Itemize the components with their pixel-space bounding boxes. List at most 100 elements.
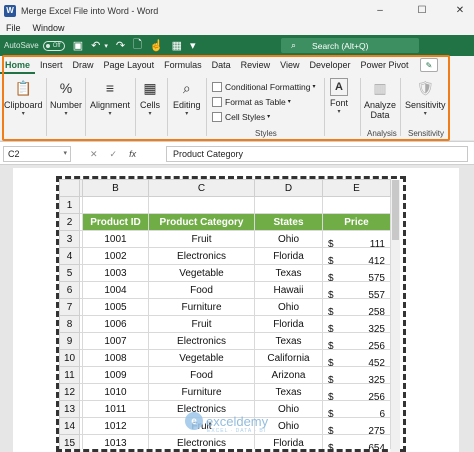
sensitivity-button[interactable]: 🛡 Sensitivity ▾ bbox=[405, 78, 446, 118]
name-box[interactable]: C2 ▾ bbox=[3, 146, 71, 162]
number-group[interactable]: % Number ▾ bbox=[50, 78, 82, 117]
tab-view[interactable]: View bbox=[275, 57, 304, 74]
row-header[interactable]: 13 bbox=[59, 400, 80, 418]
alignment-group[interactable]: ≡ Alignment ▾ bbox=[90, 78, 130, 117]
row-header[interactable]: 8 bbox=[59, 315, 80, 333]
product-category-cell[interactable]: Electronics bbox=[148, 247, 255, 265]
product-id-cell[interactable]: 1002 bbox=[82, 247, 149, 265]
product-id-cell[interactable]: 1012 bbox=[82, 417, 149, 435]
product-id-cell[interactable]: 1007 bbox=[82, 332, 149, 350]
price-cell[interactable]: $256 bbox=[322, 383, 391, 401]
product-id-cell[interactable]: 1013 bbox=[82, 434, 149, 449]
row-header[interactable]: 2 bbox=[59, 213, 80, 231]
product-category-cell[interactable]: Electronics bbox=[148, 332, 255, 350]
state-cell[interactable]: Florida bbox=[254, 315, 323, 333]
product-id-cell[interactable]: 1008 bbox=[82, 349, 149, 367]
conditional-formatting-button[interactable]: Conditional Formatting ▾ bbox=[212, 80, 316, 93]
redo-icon[interactable]: ↷ bbox=[116, 39, 125, 52]
price-cell[interactable]: $575 bbox=[322, 264, 391, 282]
cell[interactable] bbox=[322, 196, 391, 214]
state-cell[interactable]: California bbox=[254, 349, 323, 367]
product-id-cell[interactable]: 1005 bbox=[82, 298, 149, 316]
embedded-excel-object[interactable]: B C D E 1 2 Product ID Product Category States Pr… bbox=[56, 176, 406, 452]
menu-window[interactable]: Window bbox=[33, 23, 65, 33]
product-id-cell[interactable]: 1010 bbox=[82, 383, 149, 401]
cells-group[interactable]: ▦ Cells ▾ bbox=[140, 78, 160, 118]
editing-group[interactable]: ⌕ Editing ▾ bbox=[173, 78, 201, 118]
enter-icon[interactable]: ✓ bbox=[110, 149, 118, 160]
state-cell[interactable]: Texas bbox=[254, 383, 323, 401]
product-category-cell[interactable]: Vegetable bbox=[148, 264, 255, 282]
undo-dropdown-icon[interactable]: ▾ bbox=[104, 42, 108, 50]
cell[interactable] bbox=[82, 196, 149, 214]
row-header[interactable]: 14 bbox=[59, 417, 80, 435]
row-header[interactable]: 11 bbox=[59, 366, 80, 384]
tab-insert[interactable]: Insert bbox=[35, 57, 68, 74]
row-header[interactable]: 9 bbox=[59, 332, 80, 350]
price-cell[interactable]: $256 bbox=[322, 332, 391, 350]
row-header[interactable]: 10 bbox=[59, 349, 80, 367]
product-category-cell[interactable]: Vegetable bbox=[148, 349, 255, 367]
analyze-data-button[interactable]: ▥ Analyze Data bbox=[364, 78, 396, 121]
font-group[interactable]: A Font ▾ bbox=[330, 78, 348, 115]
tab-developer[interactable]: Developer bbox=[305, 57, 356, 74]
product-category-cell[interactable]: Fruit bbox=[148, 230, 255, 248]
price-cell[interactable]: $111 bbox=[322, 230, 391, 248]
cell[interactable] bbox=[254, 196, 323, 214]
state-cell[interactable]: Arizona bbox=[254, 366, 323, 384]
row-header[interactable]: 15 bbox=[59, 434, 80, 449]
price-cell[interactable]: $452 bbox=[322, 349, 391, 367]
column-title[interactable]: Price bbox=[322, 213, 391, 231]
tab-draw[interactable]: Draw bbox=[68, 57, 99, 74]
state-cell[interactable]: Florida bbox=[254, 434, 323, 449]
cell-styles-button[interactable]: Cell Styles ▾ bbox=[212, 110, 270, 123]
column-title[interactable]: States bbox=[254, 213, 323, 231]
scrollbar-thumb[interactable] bbox=[392, 180, 399, 240]
row-header[interactable]: 7 bbox=[59, 298, 80, 316]
maximize-button[interactable]: ☐ bbox=[408, 0, 436, 21]
comments-icon[interactable]: ✎ bbox=[420, 58, 438, 72]
close-button[interactable]: ✕ bbox=[446, 0, 474, 21]
grid-icon[interactable]: ▦ bbox=[172, 39, 182, 52]
column-header[interactable]: D bbox=[254, 179, 323, 197]
product-id-cell[interactable]: 1009 bbox=[82, 366, 149, 384]
column-title[interactable]: Product Category bbox=[148, 213, 255, 231]
new-document-icon[interactable]: 🗋 bbox=[133, 36, 142, 55]
tab-review[interactable]: Review bbox=[236, 57, 276, 74]
column-header[interactable]: C bbox=[148, 179, 255, 197]
tab-data[interactable]: Data bbox=[207, 57, 236, 74]
product-id-cell[interactable]: 1006 bbox=[82, 315, 149, 333]
price-cell[interactable]: $6 bbox=[322, 400, 391, 418]
minimize-button[interactable]: – bbox=[366, 0, 394, 21]
product-id-cell[interactable]: 1004 bbox=[82, 281, 149, 299]
tab-power-pivot[interactable]: Power Pivot bbox=[356, 57, 414, 74]
cell[interactable] bbox=[148, 196, 255, 214]
autosave-toggle[interactable]: Off bbox=[42, 40, 65, 51]
customize-qat-icon[interactable]: ▾ bbox=[190, 39, 196, 52]
tab-formulas[interactable]: Formulas bbox=[159, 57, 207, 74]
search-box[interactable]: ⌕ Search (Alt+Q) bbox=[281, 38, 419, 53]
product-category-cell[interactable]: Fruit bbox=[148, 315, 255, 333]
insert-function-icon[interactable]: fx bbox=[129, 149, 136, 159]
product-category-cell[interactable]: Furniture bbox=[148, 298, 255, 316]
product-id-cell[interactable]: 1011 bbox=[82, 400, 149, 418]
state-cell[interactable]: Texas bbox=[254, 264, 323, 282]
touch-mode-icon[interactable]: ☝ bbox=[150, 39, 164, 52]
row-header[interactable]: 12 bbox=[59, 383, 80, 401]
price-cell[interactable]: $325 bbox=[322, 315, 391, 333]
price-cell[interactable]: $275 bbox=[322, 417, 391, 435]
state-cell[interactable]: Ohio bbox=[254, 230, 323, 248]
column-header[interactable]: B bbox=[82, 179, 149, 197]
state-cell[interactable]: Hawaii bbox=[254, 281, 323, 299]
tab-page-layout[interactable]: Page Layout bbox=[99, 57, 160, 74]
product-category-cell[interactable]: Food bbox=[148, 366, 255, 384]
column-title[interactable]: Product ID bbox=[82, 213, 149, 231]
price-cell[interactable]: $412 bbox=[322, 247, 391, 265]
cancel-icon[interactable]: ✕ bbox=[90, 149, 98, 160]
price-cell[interactable]: $325 bbox=[322, 366, 391, 384]
column-header[interactable]: E bbox=[322, 179, 391, 197]
row-header[interactable]: 4 bbox=[59, 247, 80, 265]
row-header[interactable]: 6 bbox=[59, 281, 80, 299]
product-id-cell[interactable]: 1003 bbox=[82, 264, 149, 282]
row-header[interactable]: 3 bbox=[59, 230, 80, 248]
